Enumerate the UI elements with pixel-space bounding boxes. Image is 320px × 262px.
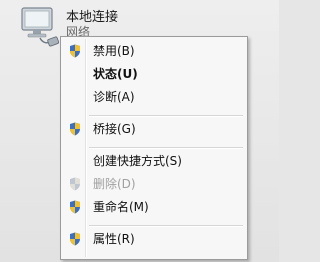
menu-separator — [89, 225, 243, 227]
menu-item-disable[interactable]: 禁用(B) — [93, 43, 135, 59]
context-menu: 禁用(B) 状态(U) 诊断(A) 桥接(G) 创建快捷方式(S) 删除(D) … — [60, 36, 248, 260]
uac-shield-icon — [70, 44, 80, 58]
menu-item-bridge[interactable]: 桥接(G) — [93, 121, 136, 137]
uac-shield-icon — [70, 232, 80, 246]
uac-shield-icon — [70, 200, 80, 214]
menu-separator — [89, 115, 243, 117]
menu-item-properties[interactable]: 属性(R) — [93, 231, 135, 247]
menu-item-create-shortcut[interactable]: 创建快捷方式(S) — [93, 153, 182, 169]
menu-item-status[interactable]: 状态(U) — [93, 66, 138, 82]
menu-item-rename[interactable]: 重命名(M) — [93, 199, 149, 215]
menu-item-diagnose[interactable]: 诊断(A) — [93, 89, 135, 105]
menu-icon-gutter — [85, 39, 87, 257]
uac-shield-icon — [70, 122, 80, 136]
menu-separator — [89, 147, 243, 149]
menu-item-delete: 删除(D) — [93, 177, 136, 191]
uac-shield-icon — [70, 177, 80, 191]
network-connection-icon — [21, 7, 60, 47]
